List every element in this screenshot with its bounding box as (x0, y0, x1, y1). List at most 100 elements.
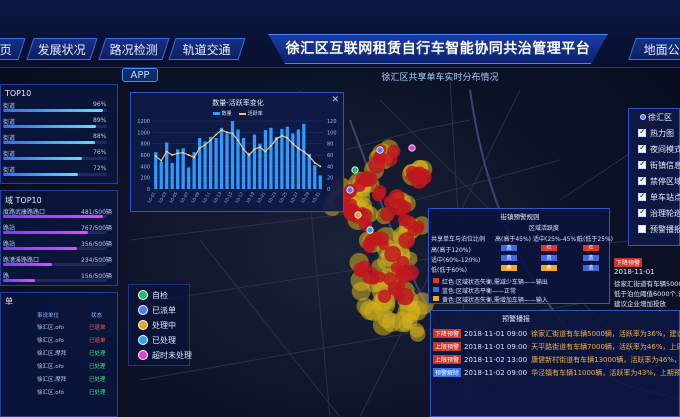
alert-text: 华泾镇有车辆11000辆，活跃率为43%，上期预警已经解除 (531, 369, 680, 377)
nav-tab-ground-public[interactable]: 地面公 (628, 38, 680, 60)
checkbox-icon[interactable] (638, 175, 646, 185)
x-tick-label: 10-29 (300, 191, 311, 204)
chart-bar (280, 128, 284, 189)
checkbox-icon[interactable] (638, 191, 646, 201)
y-left-tick-label: 400 (140, 164, 150, 170)
alert-badge: 预警解除 (433, 368, 462, 377)
map-marker-icon[interactable] (351, 166, 359, 174)
street-row[interactable]: 街道 88% (1, 133, 126, 147)
area-row[interactable]: 路漕溪路路口 234/500辆 (1, 255, 126, 269)
area-row[interactable]: 路站 356/500辆 (1, 239, 126, 253)
street-bar-track (3, 141, 107, 144)
order-row[interactable]: 徐汇区.摩拜 已处理 (1, 349, 129, 361)
map-marker-icon[interactable] (346, 186, 354, 194)
chart-line-point (204, 143, 206, 146)
checkbox-icon[interactable] (638, 159, 646, 169)
app-tag[interactable]: APP (122, 68, 158, 82)
status-legend-item[interactable]: 自检 (138, 290, 198, 302)
checkbox-label: 街镇信息 (650, 161, 680, 170)
order-row[interactable]: 徐汇区.ofo 已退单 (1, 336, 129, 348)
alert-time: 2018-11-01 09:00 (464, 343, 528, 351)
y-right-tick-label: 40 (327, 164, 333, 170)
nav-tab-rail-transit[interactable]: 轨道交通 (168, 38, 246, 60)
checkbox-icon[interactable] (638, 225, 646, 233)
checkbox-icon[interactable] (638, 207, 646, 217)
order-unit: 徐汇区.摩拜 (37, 351, 67, 357)
status-dot-icon (138, 320, 148, 330)
area-row[interactable]: 度路武康路路口 481/500辆 (1, 207, 126, 221)
street-row[interactable]: 街道 96% (1, 101, 126, 115)
alert-broadcast-panel: 预警播报 下降预警 2018-11-01 09:00 徐家汇街道有车辆5000辆，活… (430, 310, 680, 417)
heat-halo (391, 311, 413, 333)
alert-row[interactable]: 上限预警 2018-11-02 13:00 康健新村街道有车辆13000辆，活跃率为… (433, 355, 680, 365)
chart-line-point (231, 132, 234, 135)
chart-line-point (237, 139, 239, 142)
warning-note-swatch (433, 278, 439, 283)
street-percent: 72% (93, 165, 107, 172)
order-row[interactable]: 徐汇区.摩拜 已处理 (1, 375, 129, 387)
heat-core (396, 287, 414, 306)
checkbox-icon[interactable] (638, 143, 646, 153)
map-marker-icon[interactable] (408, 144, 416, 152)
map-marker-icon[interactable] (376, 146, 384, 154)
chart-line-point (220, 129, 223, 131)
area-row[interactable]: 路 156/500辆 (1, 271, 126, 285)
chart-bar (258, 143, 262, 189)
dashboard-root: 页 发展状况 路况检测 轨道交通 徐汇区互联网租赁自行车智能协同共治管理平台 地… (0, 0, 680, 417)
alert-row[interactable]: 下降预警 2018-11-01 09:00 徐家汇街道有车辆5000辆，活跃率为36… (433, 329, 680, 339)
region-selector[interactable]: 徐汇区 (640, 112, 672, 123)
layer-checkbox[interactable]: 街镇信息 (638, 159, 680, 172)
heat-core (387, 144, 401, 158)
checkbox-icon[interactable] (638, 127, 646, 137)
street-row[interactable]: 街道 76% (1, 149, 126, 163)
y-left-tick-label: 1200 (137, 119, 150, 125)
layer-checkbox[interactable]: 禁停区域 (638, 175, 680, 188)
region-label: 徐汇区 (648, 113, 672, 122)
nav-tab-road-detection[interactable]: 路况检测 (98, 38, 170, 60)
status-legend-item[interactable]: 已处理 (138, 335, 198, 347)
status-dot-icon (138, 335, 148, 345)
alert-row[interactable]: 预警解除 2018-11-02 09:00 华泾镇有车辆11000辆，活跃率为43%… (433, 368, 680, 378)
alert-badge: 上限预警 (433, 355, 462, 364)
nav-tab-development[interactable]: 发展状况 (26, 38, 98, 60)
chart-bar (208, 136, 213, 189)
status-legend-item[interactable]: 超时未处理 (138, 350, 198, 362)
order-unit: 徐汇区.ofo (37, 338, 64, 344)
chart-line-point (297, 147, 300, 150)
layer-checkbox[interactable]: 单车站点 (638, 191, 680, 204)
order-status: 已处理 (89, 390, 106, 396)
status-legend-item[interactable]: 处理中 (138, 320, 198, 332)
chart-line-point (275, 138, 278, 141)
order-row[interactable]: 徐汇区.ofo 已退单 (1, 323, 129, 335)
street-row[interactable]: 街道 89% (1, 117, 126, 131)
layer-checkbox[interactable]: 治理轮巡 (638, 207, 680, 220)
street-bar-track (3, 157, 107, 160)
status-legend-item[interactable]: 已派单 (138, 305, 198, 317)
alert-badge: 下降预警 (433, 329, 462, 338)
heat-halo (360, 300, 380, 321)
order-status: 已退单 (89, 325, 106, 331)
x-tick-label: 10-19 (245, 191, 256, 204)
layer-checkbox[interactable]: 热力图 (638, 127, 680, 140)
checkbox-label: 热力图 (650, 129, 674, 138)
map-marker-icon[interactable] (366, 226, 374, 234)
order-row[interactable]: 徐汇区.ofo 已处理 (1, 388, 129, 400)
street-row[interactable]: 街道 72% (1, 165, 126, 179)
chart-line-point (154, 155, 157, 158)
layer-checkbox[interactable]: 预警播报 (638, 224, 680, 236)
chart-line-point (160, 159, 163, 162)
layer-checkbox[interactable]: 夜间模式 (638, 143, 680, 156)
status-label: 处理中 (152, 321, 176, 330)
street-bar-track (3, 173, 107, 176)
area-row[interactable]: 路站 767/500辆 (1, 223, 126, 237)
warning-cell-swatch: 蓝 (501, 255, 517, 261)
heat-core (396, 255, 410, 269)
warning-note-swatch (433, 296, 439, 301)
map-marker-icon[interactable] (354, 211, 362, 219)
x-tick-label: 10-07 (179, 191, 190, 204)
alert-row[interactable]: 上限预警 2018-11-01 09:00 天平路街道有车辆7000辆，活跃率为46… (433, 342, 680, 352)
chart-line-point (242, 148, 245, 151)
heat-halo (409, 323, 425, 338)
warning-row-label: 低(低于60%) (431, 267, 468, 274)
order-row[interactable]: 徐汇区.ofo 已处理 (1, 362, 129, 374)
